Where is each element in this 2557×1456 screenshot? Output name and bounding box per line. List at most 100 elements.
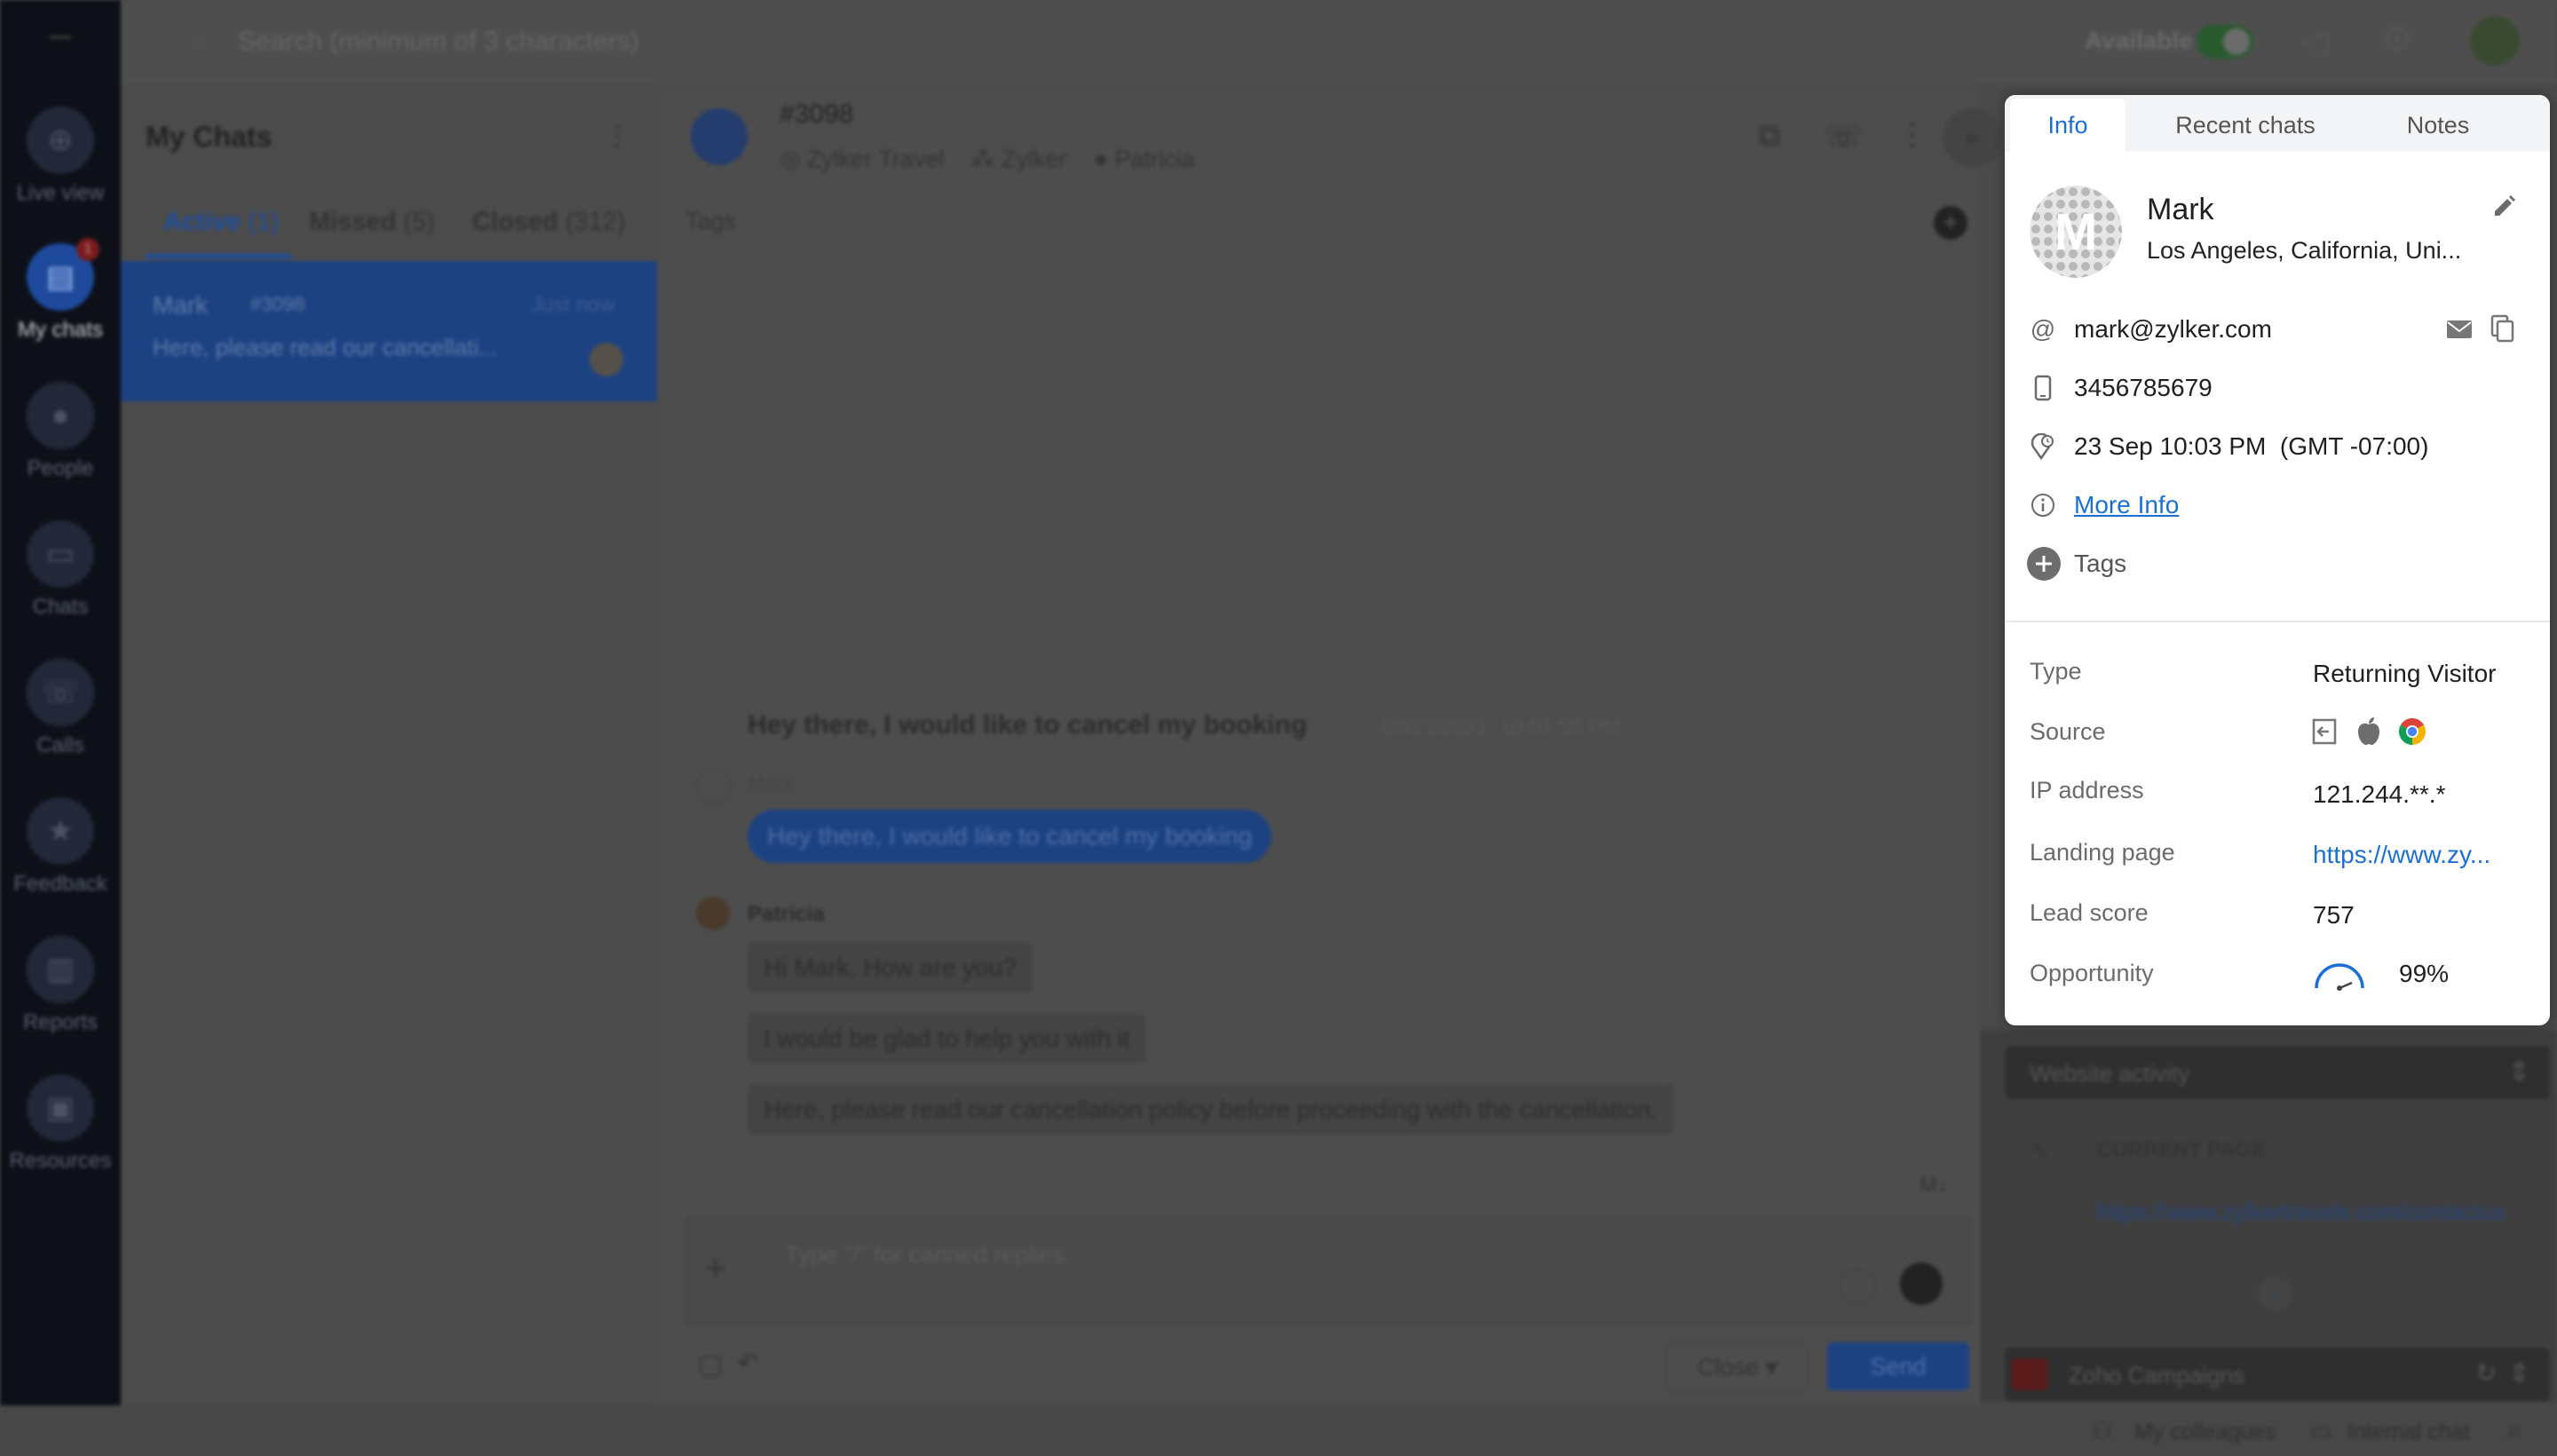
user-avatar[interactable] (2470, 16, 2520, 66)
send-button[interactable]: Send (1827, 1342, 1969, 1390)
more-vert-icon[interactable]: ⋮ (1896, 115, 1928, 153)
nav-label: Reports (22, 1010, 99, 1034)
lead-score-label: Lead score (2030, 899, 2149, 926)
nav-reports[interactable]: ▥ Reports (0, 936, 121, 1035)
more-info-link[interactable]: More Info (2074, 491, 2179, 519)
tab-closed[interactable]: Closed (312) (472, 208, 625, 237)
message-composer[interactable] (685, 1216, 1971, 1325)
ip-address-value: 121.244.**.* (2313, 780, 2446, 808)
tags-row[interactable]: Tags (2027, 544, 2127, 583)
agent-message: Here, please read our cancellation polic… (748, 1085, 1674, 1135)
search-icon[interactable]: ⌕ (2507, 1416, 2521, 1445)
add-tag-icon[interactable] (2026, 546, 2062, 582)
tab-active[interactable]: Active (1) (163, 208, 280, 237)
internal-chat-link[interactable]: Internal chat (2347, 1420, 2470, 1445)
tags-label: Tags (2074, 550, 2127, 577)
expand-icon[interactable]: ⇕ (2508, 1056, 2530, 1088)
markdown-icon[interactable]: M↓ (1920, 1174, 1948, 1199)
visitor-name: Mark (748, 772, 796, 796)
internal-chat-icon: ▭ (2310, 1418, 2332, 1444)
chrome-icon (2397, 716, 2427, 747)
visitor-email[interactable]: mark@zylker.com (2074, 315, 2272, 344)
at-icon: @ (2030, 315, 2056, 343)
chat-list-item[interactable]: Mark #3098 Just now Here, please read ou… (121, 261, 657, 401)
availability-toggle[interactable] (2197, 25, 2253, 59)
microphone-icon[interactable] (1900, 1262, 1943, 1305)
target-icon: ⊕ (27, 107, 94, 174)
more-vert-icon[interactable]: ⋮ (604, 121, 630, 152)
nav-people[interactable]: ● People (0, 382, 121, 481)
nav-chats[interactable]: ▭ Chats (0, 520, 121, 620)
my-colleagues-link[interactable]: My colleagues (2134, 1420, 2276, 1445)
edit-icon[interactable] (2490, 193, 2518, 221)
tab-recent-chats[interactable]: Recent chats (2131, 99, 2360, 152)
tab-info[interactable]: Info (2010, 99, 2126, 152)
nav-my-chats[interactable]: ▤ My chats 1 (0, 238, 121, 343)
search-input[interactable]: Search (minimum of 3 characters) (238, 27, 639, 57)
brand-icon: ◎ (780, 146, 808, 172)
tab-notes[interactable]: Notes (2365, 99, 2511, 152)
type-label: Type (2030, 658, 2082, 684)
refresh-icon[interactable]: ↻ (2476, 1358, 2497, 1388)
agent-name: Patricia (748, 902, 825, 926)
close-dropdown[interactable]: Close ▾ (1666, 1342, 1809, 1392)
visitor-avatar: M (2030, 186, 2122, 278)
chat-question-time: 09/23/2021, 10:01:56 PM (1381, 716, 1621, 740)
message-input[interactable]: Type "/" for canned replies. (785, 1241, 1071, 1269)
reply-icon[interactable]: ↶ (737, 1348, 759, 1379)
gear-icon[interactable]: ⚙ (2381, 20, 2413, 60)
current-page-url[interactable]: https://www.zylkertravels.com/contactus (2097, 1195, 2523, 1229)
copy-icon[interactable] (2490, 313, 2516, 344)
zoho-campaigns-header[interactable]: Zoho Campaigns ↻ ⇕ (2005, 1348, 2550, 1401)
phone-icon[interactable]: ☏ (1824, 117, 1864, 154)
chat-question: Hey there, I would like to cancel my boo… (748, 710, 1308, 740)
search-icon: ⌕ (192, 27, 207, 56)
website-activity-header[interactable]: Website activity ⇕ (2005, 1046, 2550, 1099)
info-icon (2030, 492, 2056, 518)
more-info-row: More Info (2030, 486, 2179, 525)
transfer-icon[interactable]: ⧉ (1758, 117, 1781, 155)
collapse-panel-button[interactable]: » (1943, 108, 2001, 167)
agent-avatar (696, 897, 730, 930)
add-attachment-icon[interactable]: + (705, 1246, 727, 1289)
tab-missed[interactable]: Missed (5) (309, 208, 435, 237)
mobile-icon (2030, 375, 2056, 401)
nav-label: Feedback (13, 872, 107, 896)
megaphone-icon (2012, 1358, 2047, 1390)
star-icon: ★ (27, 797, 94, 865)
note-icon[interactable]: ▢ (698, 1349, 723, 1381)
visitor-info-panel: Info Recent chats Notes M Mark Los Angel… (2005, 95, 2550, 1025)
section-divider (2005, 621, 2550, 622)
apple-icon (2355, 715, 2383, 747)
globe-icon (691, 108, 748, 165)
phone-icon: ☏ (27, 659, 94, 726)
emoji-icon[interactable] (1840, 1268, 1877, 1305)
nav-feedback[interactable]: ★ Feedback (0, 797, 121, 897)
speaker-icon[interactable]: ◁ (2301, 21, 2329, 62)
agent-message: Hi Mark, How are you? (748, 943, 1033, 993)
nav-resources[interactable]: ▣ Resources (0, 1074, 121, 1174)
unread-badge: 1 (76, 238, 99, 261)
active-tab-indicator (146, 254, 291, 258)
zoho-campaigns-title: Zoho Campaigns (2069, 1362, 2244, 1389)
landing-page-link[interactable]: https://www.zy... (2313, 841, 2535, 869)
type-value: Returning Visitor (2313, 660, 2497, 687)
mail-icon[interactable] (2445, 315, 2474, 344)
nav-calls[interactable]: ☏ Calls (0, 659, 121, 758)
nav-label: Live view (16, 181, 105, 205)
left-navigation: ⊕ Live view ▤ My chats 1 ● People ▭ Chat… (0, 0, 121, 1405)
visitor-phone[interactable]: 3456785679 (2074, 374, 2213, 402)
chevron-down-icon[interactable]: ⌄ (2259, 1277, 2292, 1310)
nav-live-view[interactable]: ⊕ Live view (0, 107, 121, 206)
expand-icon[interactable]: ⇕ (2508, 1358, 2530, 1389)
landing-page-label: Landing page (2030, 839, 2175, 866)
menu-icon[interactable] (50, 36, 71, 39)
visitor-location: Los Angeles, California, Uni... (2147, 237, 2462, 264)
add-tag-icon[interactable]: + (1934, 206, 1967, 240)
chat-item-preview: Here, please read our cancellati... (153, 334, 498, 360)
chats-icon: ▭ (27, 520, 94, 588)
phone-row: 3456785679 (2030, 368, 2213, 408)
chat-item-name: Mark (153, 291, 209, 319)
opportunity-gauge-icon (2313, 960, 2366, 992)
panel-tabs: Info Recent chats Notes (2005, 95, 2550, 152)
